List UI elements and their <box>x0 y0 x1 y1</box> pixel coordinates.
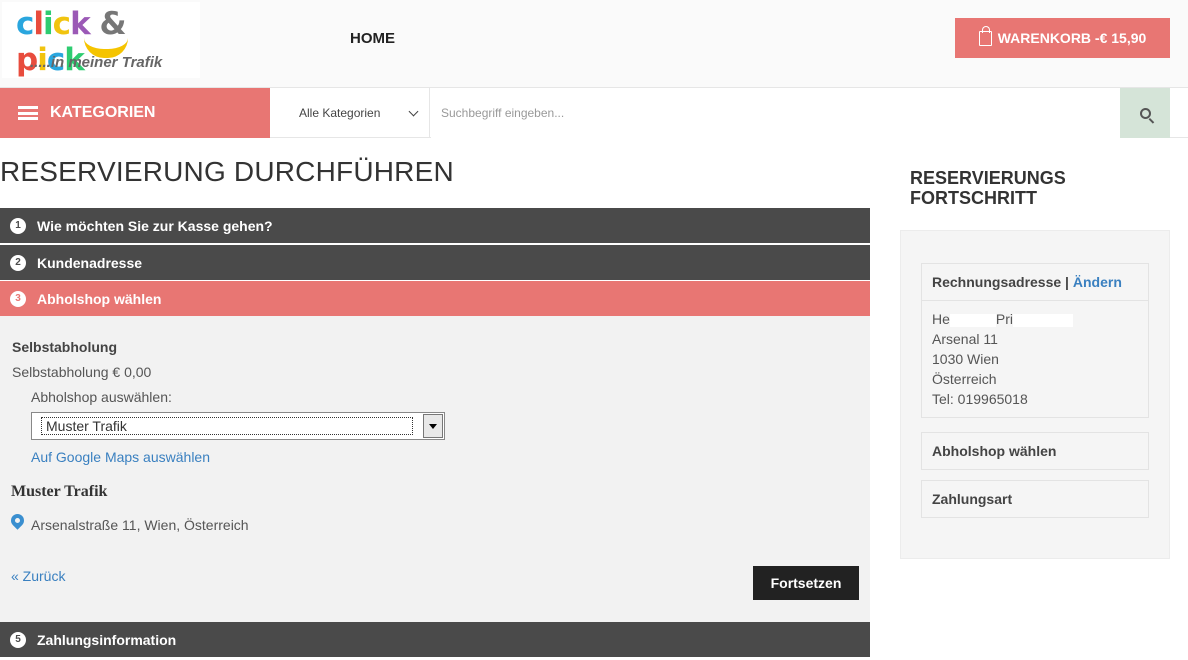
choose-shop-label: Abholshop auswählen: <box>31 389 172 405</box>
step-number-badge: 1 <box>10 217 26 234</box>
payment-card-label: Zahlungsart <box>932 491 1013 507</box>
name-part-2: Pri <box>995 311 1014 327</box>
back-link[interactable]: « Zurück <box>11 568 65 584</box>
map-pin-icon <box>8 511 27 530</box>
category-select-value: Alle Kategorien <box>299 106 381 120</box>
google-maps-link[interactable]: Auf Google Maps auswählen <box>31 449 210 465</box>
pickup-shop-panel: Selbstabholung Selbstabholung € 0,00 Abh… <box>0 316 870 622</box>
nav-home-link[interactable]: HOME <box>350 30 395 47</box>
payment-method-card: Zahlungsart <box>921 480 1149 518</box>
step-checkout-method[interactable]: 1 Wie möchten Sie zur Kasse gehen? <box>0 208 870 243</box>
logo-tagline: .....in meiner Trafik <box>30 54 163 71</box>
cart-label: WARENKORB -€ 15,90 <box>997 30 1147 46</box>
search-button[interactable] <box>1120 88 1170 138</box>
billing-address-head: Rechnungsadresse | Ändern <box>922 264 1148 300</box>
categories-menu-button[interactable]: KATEGORIEN <box>0 88 270 138</box>
phone: Tel: 019965018 <box>932 391 1028 407</box>
shop-address: Arsenalstraße 11, Wien, Österreich <box>31 517 249 533</box>
logo[interactable]: click & pick .....in meiner Trafik <box>2 2 200 78</box>
step-label: Zahlungsinformation <box>37 631 177 648</box>
pickup-title: Selbstabholung <box>12 339 117 355</box>
step-payment-info[interactable]: 5 Zahlungsinformation <box>0 622 870 657</box>
progress-title: RESERVIERUNGS FORTSCHRITT <box>910 168 1066 208</box>
city: 1030 Wien <box>932 351 999 367</box>
redaction <box>949 313 996 327</box>
country: Österreich <box>932 371 997 387</box>
step-customer-address[interactable]: 2 Kundenadresse <box>0 245 870 280</box>
shop-name: Muster Trafik <box>11 483 108 500</box>
search-input[interactable] <box>431 88 1120 138</box>
step-label: Abholshop wählen <box>37 290 162 307</box>
site-header: click & pick .....in meiner Trafik HOME … <box>0 0 1188 88</box>
billing-head-label: Rechnungsadresse <box>932 274 1062 290</box>
name-part-1: He <box>932 311 950 327</box>
billing-address-card: Rechnungsadresse | Ändern He Pri Arsenal … <box>921 263 1149 418</box>
shop-select[interactable]: Muster Trafik <box>31 412 445 440</box>
chevron-down-icon <box>408 106 419 117</box>
step-pickup-shop[interactable]: 3 Abholshop wählen <box>0 281 870 316</box>
step-label: Kundenadresse <box>37 254 143 271</box>
shopping-bag-icon <box>978 25 992 46</box>
customer-name: He Pri <box>932 309 1138 329</box>
separator: | <box>1061 274 1073 290</box>
pickup-price: Selbstabholung € 0,00 <box>12 364 152 380</box>
pickup-shop-card-label: Abholshop wählen <box>932 443 1057 459</box>
step-label: Wie möchten Sie zur Kasse gehen? <box>37 217 273 234</box>
dropdown-arrow-icon[interactable] <box>423 414 443 438</box>
billing-address-body: He Pri Arsenal 11 1030 Wien Österreich Te… <box>922 300 1148 417</box>
edit-billing-link[interactable]: Ändern <box>1073 274 1122 290</box>
redaction <box>1013 313 1074 327</box>
continue-button[interactable]: Fortsetzen <box>753 566 859 600</box>
page-title: RESERVIERUNG DURCHFÜHREN <box>0 156 454 187</box>
categories-label: KATEGORIEN <box>50 104 156 121</box>
search-icon <box>1139 107 1151 119</box>
category-select[interactable]: Alle Kategorien <box>270 88 430 138</box>
cart-button[interactable]: WARENKORB -€ 15,90 <box>955 18 1170 58</box>
step-number-badge: 2 <box>10 254 26 271</box>
step-number-badge: 5 <box>10 631 26 648</box>
pickup-shop-card: Abholshop wählen <box>921 432 1149 470</box>
hamburger-icon <box>18 106 38 120</box>
street: Arsenal 11 <box>932 331 998 347</box>
step-number-badge: 3 <box>10 290 26 307</box>
shop-select-value: Muster Trafik <box>41 417 413 435</box>
search-bar: KATEGORIEN Alle Kategorien <box>0 88 1188 138</box>
